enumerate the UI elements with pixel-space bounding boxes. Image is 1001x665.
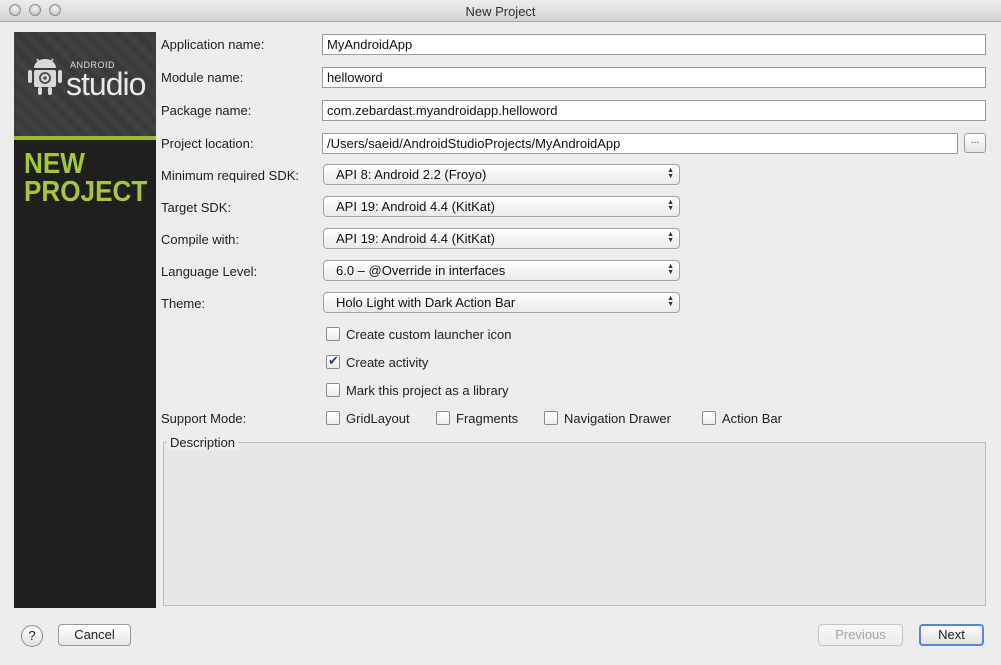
help-button[interactable]: ? bbox=[21, 625, 43, 647]
banner-accent-line bbox=[14, 136, 156, 140]
mark-as-library-checkbox[interactable] bbox=[326, 383, 340, 397]
updown-arrows-icon: ▲ ▼ bbox=[667, 167, 674, 180]
target-sdk-label: Target SDK: bbox=[161, 200, 232, 215]
updown-arrows-icon: ▲ ▼ bbox=[667, 263, 674, 276]
module-name-input[interactable]: helloword bbox=[322, 67, 986, 88]
language-level-value: 6.0 – @Override in interfaces bbox=[336, 263, 506, 278]
gridlayout-label: GridLayout bbox=[346, 411, 410, 426]
action-bar-checkbox[interactable] bbox=[702, 411, 716, 425]
new-project-window: New Project ANDROID studio NEW PROJECT A… bbox=[0, 0, 1001, 665]
updown-arrows-icon: ▲ ▼ bbox=[667, 231, 674, 244]
window-title: New Project bbox=[465, 4, 536, 19]
mark-as-library-label: Mark this project as a library bbox=[346, 383, 509, 398]
package-name-input[interactable]: com.zebardast.myandroidapp.helloword bbox=[322, 100, 986, 121]
compile-with-value: API 19: Android 4.4 (KitKat) bbox=[336, 231, 495, 246]
gridlayout-checkbox[interactable] bbox=[326, 411, 340, 425]
android-studio-banner: ANDROID studio NEW PROJECT bbox=[14, 32, 156, 608]
theme-select[interactable]: Holo Light with Dark Action Bar ▲ ▼ bbox=[323, 292, 680, 313]
fragments-label: Fragments bbox=[456, 411, 519, 426]
min-sdk-select[interactable]: API 8: Android 2.2 (Froyo) ▲ ▼ bbox=[323, 164, 680, 185]
target-sdk-select[interactable]: API 19: Android 4.4 (KitKat) ▲ ▼ bbox=[323, 196, 680, 217]
navigation-drawer-checkbox[interactable] bbox=[544, 411, 558, 425]
brand-big-text: studio bbox=[66, 66, 146, 102]
language-level-select[interactable]: 6.0 – @Override in interfaces ▲ ▼ bbox=[323, 260, 680, 281]
banner-heading: NEW PROJECT bbox=[24, 148, 148, 208]
android-robot-icon bbox=[28, 58, 62, 95]
action-bar-label: Action Bar bbox=[722, 411, 782, 426]
compile-with-select[interactable]: API 19: Android 4.4 (KitKat) ▲ ▼ bbox=[323, 228, 680, 249]
description-panel bbox=[163, 442, 986, 606]
theme-value: Holo Light with Dark Action Bar bbox=[336, 295, 516, 310]
updown-arrows-icon: ▲ ▼ bbox=[667, 295, 674, 308]
create-activity-label: Create activity bbox=[346, 355, 429, 370]
min-sdk-label: Minimum required SDK: bbox=[161, 168, 299, 183]
previous-button[interactable]: Previous bbox=[818, 624, 903, 646]
package-name-label: Package name: bbox=[161, 103, 252, 118]
description-label: Description bbox=[167, 435, 239, 450]
navigation-drawer-label: Navigation Drawer bbox=[564, 411, 671, 426]
application-name-input[interactable]: MyAndroidApp bbox=[322, 34, 986, 55]
application-name-label: Application name: bbox=[161, 37, 265, 52]
create-activity-checkbox[interactable] bbox=[326, 353, 340, 369]
cancel-button[interactable]: Cancel bbox=[58, 624, 131, 646]
target-sdk-value: API 19: Android 4.4 (KitKat) bbox=[336, 199, 495, 214]
module-name-label: Module name: bbox=[161, 70, 244, 85]
project-location-input[interactable]: /Users/saeid/AndroidStudioProjects/MyAnd… bbox=[322, 133, 958, 154]
project-location-label: Project location: bbox=[161, 136, 254, 151]
compile-with-label: Compile with: bbox=[161, 232, 240, 247]
next-button[interactable]: Next bbox=[919, 624, 984, 646]
support-mode-label: Support Mode: bbox=[161, 411, 247, 426]
fragments-checkbox[interactable] bbox=[436, 411, 450, 425]
browse-location-button[interactable]: ... bbox=[964, 133, 986, 153]
theme-label: Theme: bbox=[161, 296, 206, 311]
min-sdk-value: API 8: Android 2.2 (Froyo) bbox=[336, 167, 487, 182]
custom-launcher-icon-checkbox[interactable] bbox=[326, 327, 340, 341]
title-bar: New Project bbox=[0, 0, 1001, 22]
custom-launcher-icon-label: Create custom launcher icon bbox=[346, 327, 512, 342]
banner-header: ANDROID studio bbox=[14, 32, 156, 136]
updown-arrows-icon: ▲ ▼ bbox=[667, 199, 674, 212]
language-level-label: Language Level: bbox=[161, 264, 258, 279]
